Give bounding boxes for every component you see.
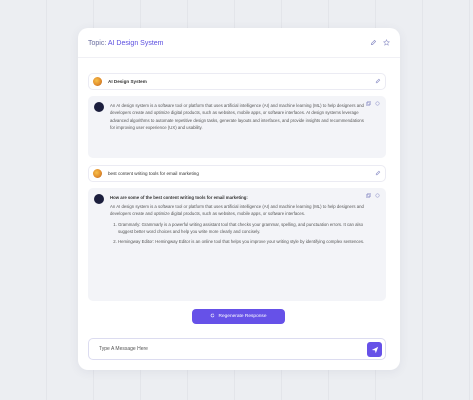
ai-avatar bbox=[94, 194, 104, 204]
topic-name: AI Design System bbox=[107, 39, 164, 47]
regenerate-label: Regenerate Response bbox=[218, 314, 267, 319]
header-divider bbox=[78, 57, 400, 58]
ai-avatar bbox=[94, 102, 104, 112]
edit-icon[interactable] bbox=[370, 39, 377, 48]
send-button[interactable] bbox=[367, 342, 382, 357]
star-icon[interactable] bbox=[383, 38, 390, 48]
message-input-container bbox=[88, 338, 386, 360]
regenerate-response-button[interactable]: Regenerate Response bbox=[192, 309, 285, 324]
ai-response-text: An AI design system is a software tool o… bbox=[110, 103, 364, 131]
topic-title: Topic: AI Design System bbox=[88, 40, 164, 47]
ai-response-text: An AI design system is a software tool o… bbox=[110, 204, 364, 217]
list-item: Grammarly: Grammarly is a powerful writi… bbox=[118, 221, 366, 236]
message-input[interactable] bbox=[99, 346, 339, 352]
user-message-text: AI Design System bbox=[108, 79, 147, 84]
list-item: Hemingway Editor: Hemingway Editor is an… bbox=[118, 238, 366, 245]
chat-header: Topic: AI Design System bbox=[88, 36, 390, 50]
ai-response-heading: How are some of the best content writing… bbox=[110, 195, 248, 200]
copy-icon[interactable] bbox=[366, 193, 371, 200]
copy-icon[interactable] bbox=[366, 101, 371, 108]
user-message: AI Design System bbox=[88, 73, 386, 90]
edit-message-icon[interactable] bbox=[375, 78, 381, 86]
user-message: best content writing tools for email mar… bbox=[88, 165, 386, 182]
like-icon[interactable] bbox=[375, 193, 380, 200]
ai-response: How are some of the best content writing… bbox=[88, 188, 386, 301]
user-avatar bbox=[93, 77, 102, 86]
ai-response: An AI design system is a software tool o… bbox=[88, 96, 386, 158]
edit-message-icon[interactable] bbox=[375, 170, 381, 178]
user-message-text: best content writing tools for email mar… bbox=[108, 171, 199, 176]
ai-response-list: Grammarly: Grammarly is a powerful writi… bbox=[110, 221, 366, 245]
send-icon bbox=[371, 341, 379, 359]
chat-panel: Topic: AI Design System AI Design System bbox=[78, 28, 400, 370]
topic-prefix: Topic: bbox=[88, 39, 107, 47]
refresh-icon bbox=[210, 313, 215, 320]
user-avatar bbox=[93, 169, 102, 178]
like-icon[interactable] bbox=[375, 101, 380, 108]
